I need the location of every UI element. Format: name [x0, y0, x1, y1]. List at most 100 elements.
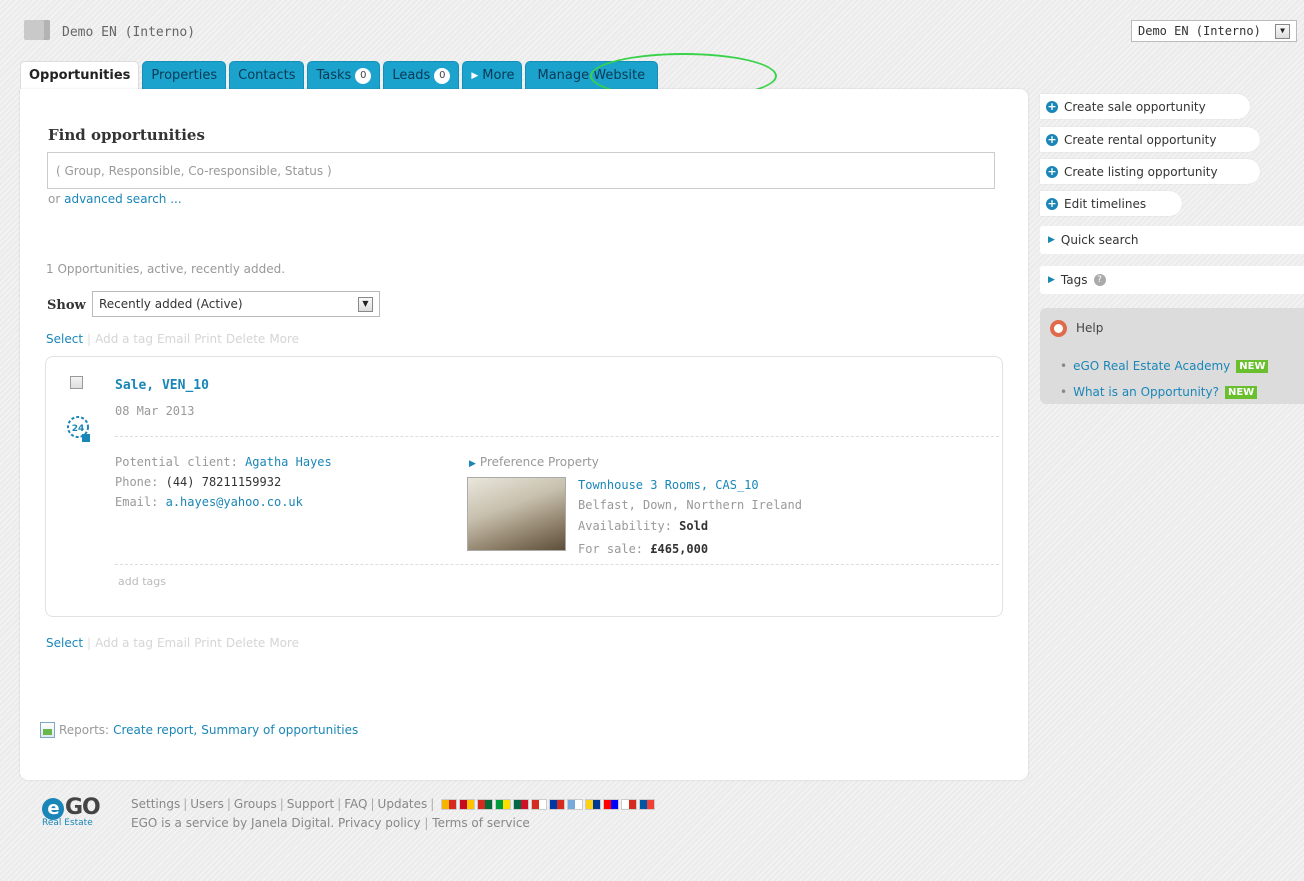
quick-search-toggle[interactable]: ▶ Quick search — [1040, 226, 1304, 254]
language-flag-icon[interactable] — [585, 798, 602, 810]
tab-tasks[interactable]: Tasks 0 — [307, 61, 381, 89]
language-flag-icon[interactable] — [621, 798, 638, 810]
advanced-search-link[interactable]: advanced search ... — [64, 192, 182, 206]
email-link[interactable]: a.hayes@yahoo.co.uk — [166, 495, 303, 509]
property-name-row: Townhouse 3 Rooms, CAS_10 — [578, 478, 759, 492]
tab-properties[interactable]: Properties — [142, 61, 227, 89]
price-row: For sale: £465,000 — [578, 542, 708, 556]
tab-label: Tasks — [316, 68, 352, 83]
add-tag-action[interactable]: Add a tag — [95, 636, 153, 650]
language-flag-icon[interactable] — [603, 798, 620, 810]
find-opportunities-title: Find opportunities — [48, 126, 205, 144]
print-action[interactable]: Print — [194, 636, 222, 650]
show-filter-select[interactable]: Recently added (Active) ▼ — [92, 291, 380, 317]
email-row: Email: a.hayes@yahoo.co.uk — [115, 495, 303, 509]
language-flag-icon[interactable] — [513, 798, 530, 810]
help-link-label: eGO Real Estate Academy — [1073, 359, 1231, 373]
print-action[interactable]: Print — [194, 332, 222, 346]
footer-link-updates[interactable]: Updates — [378, 797, 428, 811]
separator: | — [87, 332, 92, 346]
svg-text:24: 24 — [72, 424, 85, 434]
app-logo — [24, 20, 50, 40]
more-action[interactable]: More — [269, 636, 299, 650]
help-link-what-is-opportunity[interactable]: • What is an Opportunity? NEW — [1060, 385, 1258, 399]
email-action[interactable]: Email — [157, 636, 190, 650]
tab-opportunities[interactable]: Opportunities — [20, 61, 140, 89]
tab-more[interactable]: ▶ More — [462, 61, 522, 89]
separator: | — [370, 797, 375, 811]
language-flag-icon[interactable] — [441, 798, 458, 810]
separator: | — [430, 797, 435, 811]
service-text: EGO is a service by Janela Digital. — [131, 816, 335, 830]
footer-link-groups[interactable]: Groups — [234, 797, 277, 811]
footer-link-faq[interactable]: FAQ — [344, 797, 367, 811]
create-report-link[interactable]: Create report — [113, 723, 193, 737]
opportunity-checkbox[interactable] — [70, 376, 83, 389]
footer-link-settings[interactable]: Settings — [131, 797, 180, 811]
language-flag-icon[interactable] — [477, 798, 494, 810]
delete-action[interactable]: Delete — [226, 332, 265, 346]
select-action[interactable]: Select — [46, 636, 83, 650]
preference-label: Preference Property — [479, 455, 599, 469]
summary-of-opportunities-link[interactable]: Summary of opportunities — [201, 723, 358, 737]
price-label: For sale: — [578, 542, 644, 556]
footer-link-support[interactable]: Support — [287, 797, 334, 811]
help-link-academy[interactable]: • eGO Real Estate Academy NEW — [1060, 359, 1269, 373]
tab-leads[interactable]: Leads 0 — [383, 61, 460, 89]
opportunity-title-link[interactable]: Sale, VEN_10 — [115, 378, 209, 393]
ego-logo[interactable]: e GO Real Estate — [42, 795, 101, 828]
language-flag-icon[interactable] — [495, 798, 512, 810]
select-action[interactable]: Select — [46, 332, 83, 346]
client-name-link[interactable]: Agatha Hayes — [245, 455, 332, 469]
results-summary: 1 Opportunities, active, recently added. — [46, 262, 286, 276]
chevron-down-icon[interactable]: ▼ — [358, 296, 373, 312]
preference-property-toggle[interactable]: ▶ Preference Property — [469, 455, 599, 469]
terms-of-service-link[interactable]: Terms of service — [432, 816, 530, 830]
tab-contacts[interactable]: Contacts — [229, 61, 305, 89]
logo-mark: e GO — [42, 795, 101, 820]
logo-e: e — [42, 798, 64, 820]
more-action[interactable]: More — [269, 332, 299, 346]
language-flag-icon[interactable] — [459, 798, 476, 810]
timeline-24h-icon: 24 — [67, 416, 90, 442]
app-title: Demo EN (Interno) — [62, 25, 196, 40]
tasks-count-badge: 0 — [355, 67, 372, 84]
divider — [115, 436, 999, 437]
footer-links: Settings | Users | Groups | Support | FAQ | U… — [131, 797, 656, 811]
create-listing-opportunity-button[interactable]: + Create listing opportunity — [1040, 159, 1260, 184]
account-select[interactable]: Demo EN (Interno) ▼ — [1131, 20, 1297, 42]
edit-timelines-button[interactable]: + Edit timelines — [1040, 191, 1182, 216]
main-panel: Find opportunities or advanced search ..… — [20, 89, 1028, 780]
opportunity-date: 08 Mar 2013 — [115, 404, 195, 418]
quick-search-label: Quick search — [1060, 233, 1139, 247]
create-sale-opportunity-button[interactable]: + Create sale opportunity — [1040, 94, 1250, 119]
add-tag-action[interactable]: Add a tag — [95, 332, 153, 346]
add-tags-link[interactable]: add tags — [118, 575, 166, 588]
help-question-icon[interactable]: ? — [1093, 274, 1106, 286]
language-flag-icon[interactable] — [549, 798, 566, 810]
lifebuoy-icon — [1050, 320, 1067, 337]
availability-label: Availability: — [578, 519, 672, 533]
privacy-policy-link[interactable]: Privacy policy — [338, 816, 421, 830]
button-label: Create rental opportunity — [1064, 132, 1217, 147]
plus-icon: + — [1046, 133, 1058, 146]
search-input[interactable] — [47, 152, 995, 189]
availability-value: Sold — [679, 519, 709, 533]
language-flag-icon[interactable] — [531, 798, 548, 810]
property-photo[interactable] — [467, 477, 566, 551]
button-label: Edit timelines — [1064, 196, 1147, 211]
chevron-down-icon[interactable]: ▼ — [1275, 23, 1290, 39]
footer-link-users[interactable]: Users — [190, 797, 224, 811]
button-label: Create sale opportunity — [1064, 99, 1206, 114]
language-flag-icon[interactable] — [567, 798, 584, 810]
language-flag-icon[interactable] — [639, 798, 656, 810]
reports-separator: , — [193, 723, 198, 737]
caret-right-icon: ▶ — [471, 70, 479, 81]
main-tabs: Opportunities Properties Contacts Tasks 0… — [20, 61, 659, 89]
email-action[interactable]: Email — [157, 332, 190, 346]
tags-toggle[interactable]: ▶ Tags? — [1040, 266, 1304, 294]
property-name-link[interactable]: Townhouse 3 Rooms, CAS_10 — [578, 478, 759, 492]
create-rental-opportunity-button[interactable]: + Create rental opportunity — [1040, 127, 1260, 152]
help-link-label: What is an Opportunity? — [1073, 385, 1219, 399]
delete-action[interactable]: Delete — [226, 636, 265, 650]
